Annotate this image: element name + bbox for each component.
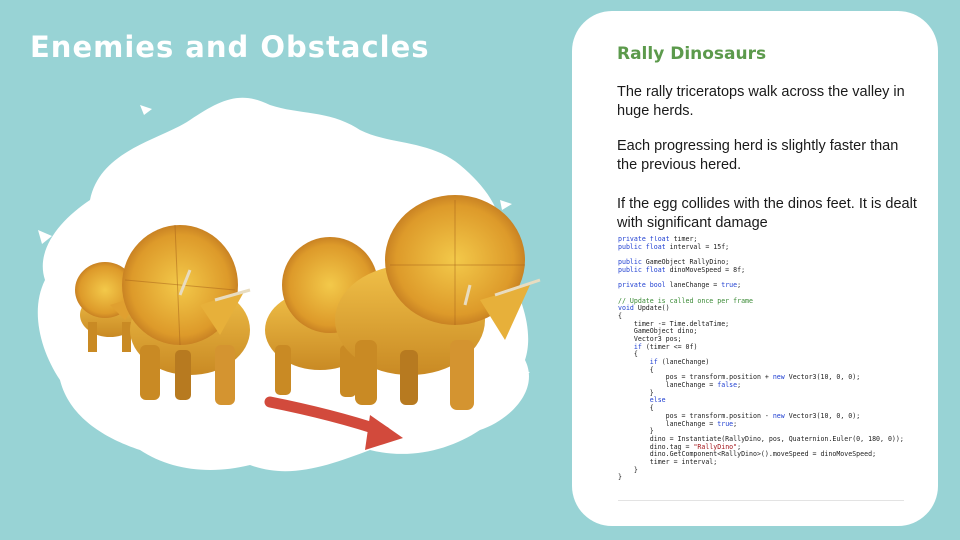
code-line: if (laneChange) [649,358,710,366]
code-line: void Update() [618,304,670,313]
code-line: } [618,473,622,482]
code-line: else [649,396,666,405]
code-line: } [618,465,638,474]
code-line: timer = interval; [618,457,718,466]
slide-title: Enemies and Obstacles [30,30,430,64]
description-paragraph-3: If the egg collides with the dinos feet.… [617,196,917,231]
description-paragraph-2: Each progressing herd is slightly faster… [617,138,899,173]
code-line: private bool laneChange = true; [618,281,742,290]
description-paragraph-1: The rally triceratops walk across the va… [617,84,905,119]
code-line: laneChange = true; [618,419,738,428]
code-line: public float dinoMoveSpeed = 8f; [618,265,746,274]
info-card: Rally Dinosaurs The rally triceratops wa… [572,11,938,526]
card-title: Rally Dinosaurs [617,44,767,64]
code-line: public float interval = 15f; [618,242,730,251]
code-snippet: private float timer; public float interva… [618,236,904,501]
code-line: if (timer <= 0f) [633,342,698,351]
code-line: laneChange = false; [618,381,742,390]
triceratops-illustration [37,97,541,472]
